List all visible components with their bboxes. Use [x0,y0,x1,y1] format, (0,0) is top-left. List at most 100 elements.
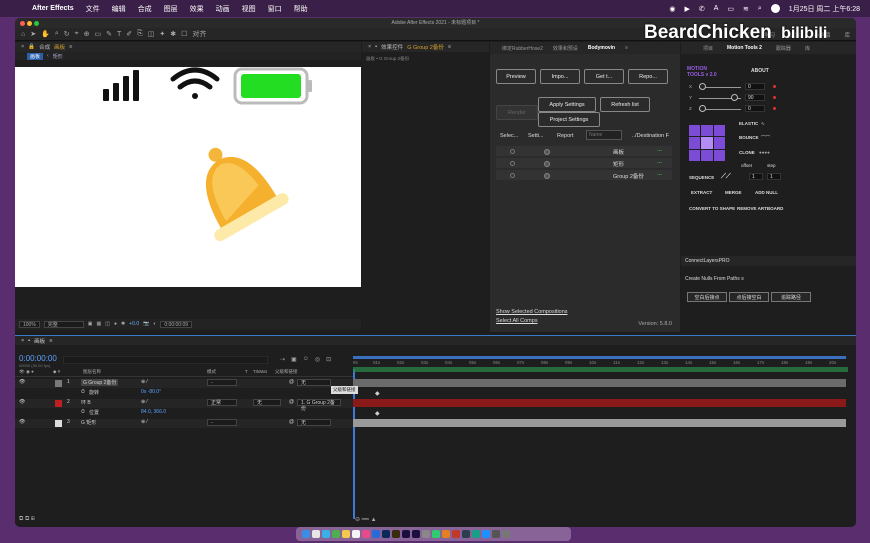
roto-brush-tool-icon[interactable]: ✦ [159,30,165,38]
parent-pickwhip-icon[interactable]: @ [289,399,294,405]
project-settings-button[interactable]: Project Settings [538,112,600,127]
app-icon[interactable] [452,530,460,538]
exposure-value[interactable]: +0.0 [129,321,139,327]
layer-duration-bar[interactable] [353,419,846,427]
photoshop-icon[interactable] [382,530,390,538]
panel-menu-icon[interactable]: ≡ [741,276,744,282]
timeline-comp-name[interactable]: 画板 [34,337,45,345]
y-slider-handle[interactable] [731,94,738,101]
clone-stamp-tool-icon[interactable]: ⎘ [137,30,143,38]
motion-blur-icon[interactable]: ◎ [315,356,320,363]
preview-button[interactable]: Preview [496,69,536,84]
play-icon[interactable]: ▶ [684,5,689,13]
messages-icon[interactable] [332,530,340,538]
mask-icon[interactable]: ◫ [105,321,110,327]
hand-tool-icon[interactable]: ✋ [41,30,50,38]
snapshot-camera-icon[interactable]: 📷 [143,321,149,327]
row-select-radio[interactable] [510,149,515,154]
comp-flowchart-icon[interactable]: ⇢ [280,356,285,363]
add-null-button[interactable]: ADD NULL [755,190,778,195]
selection-tool-icon[interactable]: ➤ [30,30,36,38]
app-icon[interactable] [442,530,450,538]
lock-icon[interactable]: 🔒 [28,44,35,50]
import-button[interactable]: Impo... [540,69,580,84]
property-row[interactable]: ⏱ 位置 84.0, 366.0 [15,409,353,418]
layer-row[interactable]: 👁 1 G Group 2备份 ⊕ ⁄ - @ 无 [15,379,353,388]
draft-3d-icon[interactable]: ▣ [291,356,297,363]
extract-button[interactable]: EXTRACT [691,190,712,195]
layer-row[interactable]: 👁 2 环 B ⊕ ⁄ 正常 无 @ 1. G Group 2备份 [15,399,353,412]
layer-duration-bar[interactable] [353,399,846,407]
resolution-dropdown[interactable]: 完整 [43,320,84,328]
menubar-clock[interactable]: 1月25日 周二 上午6:28 [789,4,860,14]
column-parent[interactable]: 父级和链接 [275,369,298,375]
property-value[interactable]: 84.0, 366.0 [141,409,166,415]
layer-switches-icon[interactable]: ⊕ ⁄ [141,379,147,385]
safari-icon[interactable] [322,530,330,538]
layer-label-color[interactable] [55,400,62,407]
zoom-tool-icon[interactable]: ⌕ [55,30,59,38]
keyframe-icon[interactable]: ◆ [375,410,380,417]
color-channel-icon[interactable]: ● [114,321,117,327]
panel-menu-icon[interactable]: ≡ [69,44,72,50]
z-slider-handle[interactable] [699,105,706,112]
z-value-field[interactable]: 0 [745,105,765,112]
bounce-button[interactable]: BOUNCE [739,135,759,140]
exposure-icon[interactable]: ✱ [121,321,125,327]
menu-animation[interactable]: 动画 [216,4,230,14]
input-method-icon[interactable]: A [714,5,719,12]
lock-icon[interactable]: ▪ [375,44,377,50]
keyframe-icon[interactable]: ◆ [375,390,380,397]
menu-window[interactable]: 窗口 [268,4,282,14]
close-panel-icon[interactable]: × [21,338,24,344]
puppet-tool-icon[interactable]: ✱ [170,30,176,38]
menu-layer[interactable]: 图层 [164,4,178,14]
apply-settings-button[interactable]: Apply Settings [538,97,596,112]
trkmat-dropdown[interactable]: 无 [253,399,281,406]
notes-icon[interactable] [342,530,350,538]
parent-dropdown[interactable]: 1. G Group 2备份 [297,399,341,412]
app-icon[interactable] [482,530,490,538]
panel-menu-icon[interactable]: ≡ [625,45,628,51]
column-layer-name[interactable]: 图层名称 [83,369,101,375]
comp-tab-artboard[interactable]: 画板 [27,52,44,60]
tab-motion-tools[interactable]: Motion Tools 2 [727,45,762,51]
parent-pickwhip-icon[interactable]: @ [289,379,294,385]
stopwatch-icon[interactable]: ⏱ [81,409,85,415]
battery-icon[interactable]: ▭ [727,5,734,13]
record-icon[interactable]: ◉ [669,5,675,13]
rotate-tool-icon[interactable]: ↻ [64,30,70,38]
close-panel-icon[interactable]: × [21,44,24,50]
layer-name[interactable]: 环 B [81,399,91,406]
shy-layers-icon[interactable]: ☺ [303,356,309,363]
zoom-dropdown[interactable]: 100% [19,320,40,328]
trash-icon[interactable] [502,530,510,538]
comp-list-row[interactable]: 矩形 ... [496,158,672,169]
panel-menu-icon[interactable]: ≡ [448,44,451,50]
layer-mode-dropdown[interactable]: - [207,419,237,426]
layer-name[interactable]: G Group 2备份 [81,379,119,386]
current-time-display[interactable]: 0:00:00:09 [160,320,193,328]
layer-label-color[interactable] [55,420,62,427]
app-store-icon[interactable] [372,530,380,538]
remove-artboard-button[interactable]: REMOVE ARTBOARD [737,206,783,211]
terminal-icon[interactable] [462,530,470,538]
row-destination-button[interactable]: ... [657,147,662,153]
sequence-button[interactable]: SEQUENCE [689,175,714,180]
parent-pickwhip-icon[interactable]: @ [289,419,294,425]
launchpad-icon[interactable] [312,530,320,538]
search-icon[interactable]: ⌕ [758,5,762,13]
type-tool-icon[interactable]: T [117,31,121,38]
layer-row[interactable]: 👁 3 G 矩形 ⊕ ⁄ - @ 无 [15,419,353,428]
row-settings-radio[interactable] [544,161,550,167]
y-reset-dot[interactable] [773,96,776,99]
get-button[interactable]: Get t... [584,69,624,84]
wechat-icon[interactable]: ✆ [699,5,705,13]
comp-list-row[interactable]: 画板 ... [496,146,672,157]
z-reset-dot[interactable] [773,107,776,110]
show-snapshot-icon[interactable]: ◐ [153,321,156,327]
work-area-bar[interactable] [353,356,846,359]
finder-icon[interactable] [302,530,310,538]
align-checkbox[interactable]: ☐ [181,30,187,38]
render-button[interactable]: Render [496,105,538,120]
